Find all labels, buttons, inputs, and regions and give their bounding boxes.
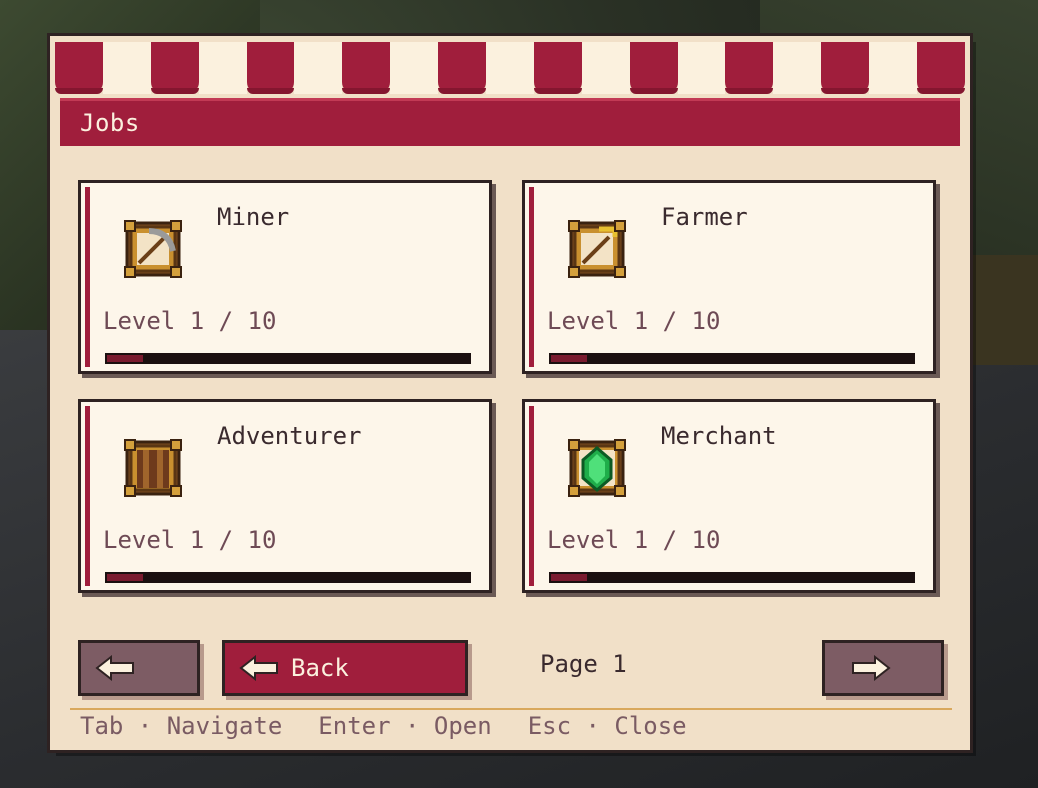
job-level: Level 1 / 10 [103, 526, 277, 554]
job-name: Adventurer [217, 422, 362, 450]
back-button-label: Back [291, 654, 349, 682]
job-level: Level 1 / 10 [103, 307, 277, 335]
job-card-merchant[interactable]: Merchant Level 1 / 10 [522, 399, 936, 593]
arrow-left-icon [239, 655, 278, 681]
job-name: Farmer [661, 203, 748, 231]
job-level: Level 1 / 10 [547, 307, 721, 335]
title-bar: Jobs [60, 98, 960, 146]
job-card-adventurer[interactable]: Adventurer Level 1 / 10 [78, 399, 492, 593]
jobs-window: Jobs Miner Level 1 / 10 Farmer Level 1 /… [50, 36, 970, 750]
progress-fill [107, 574, 144, 581]
progress-fill [551, 355, 588, 362]
card-accent [529, 406, 534, 586]
book-icon [124, 439, 182, 497]
arrow-left-icon [95, 655, 134, 681]
progress-bar [549, 353, 915, 364]
job-card-farmer[interactable]: Farmer Level 1 / 10 [522, 180, 936, 374]
card-accent [85, 187, 90, 367]
hint-close: Esc · Close [527, 712, 687, 740]
progress-bar [105, 572, 471, 583]
job-card-miner[interactable]: Miner Level 1 / 10 [78, 180, 492, 374]
progress-bar [549, 572, 915, 583]
footer-divider [70, 708, 952, 710]
card-accent [85, 406, 90, 586]
progress-fill [107, 355, 144, 362]
hint-open: Enter · Open [318, 712, 492, 740]
arrow-right-icon [852, 655, 891, 681]
progress-bar [105, 353, 471, 364]
hoe-icon [568, 220, 626, 278]
awning-decoration [55, 42, 965, 94]
background-block [960, 255, 1038, 365]
previous-page-button[interactable] [78, 640, 200, 696]
next-page-button[interactable] [822, 640, 944, 696]
page-indicator: Page 1 [540, 650, 627, 678]
job-name: Miner [217, 203, 290, 231]
window-title: Jobs [80, 109, 140, 137]
hint-navigate: Tab · Navigate [80, 712, 283, 740]
key-hints: Tab · Navigate Enter · Open Esc · Close [80, 712, 687, 740]
job-level: Level 1 / 10 [547, 526, 721, 554]
progress-fill [551, 574, 588, 581]
pickaxe-icon [124, 220, 182, 278]
card-accent [529, 187, 534, 367]
back-button[interactable]: Back [222, 640, 468, 696]
emerald-icon [568, 439, 626, 497]
job-name: Merchant [661, 422, 777, 450]
